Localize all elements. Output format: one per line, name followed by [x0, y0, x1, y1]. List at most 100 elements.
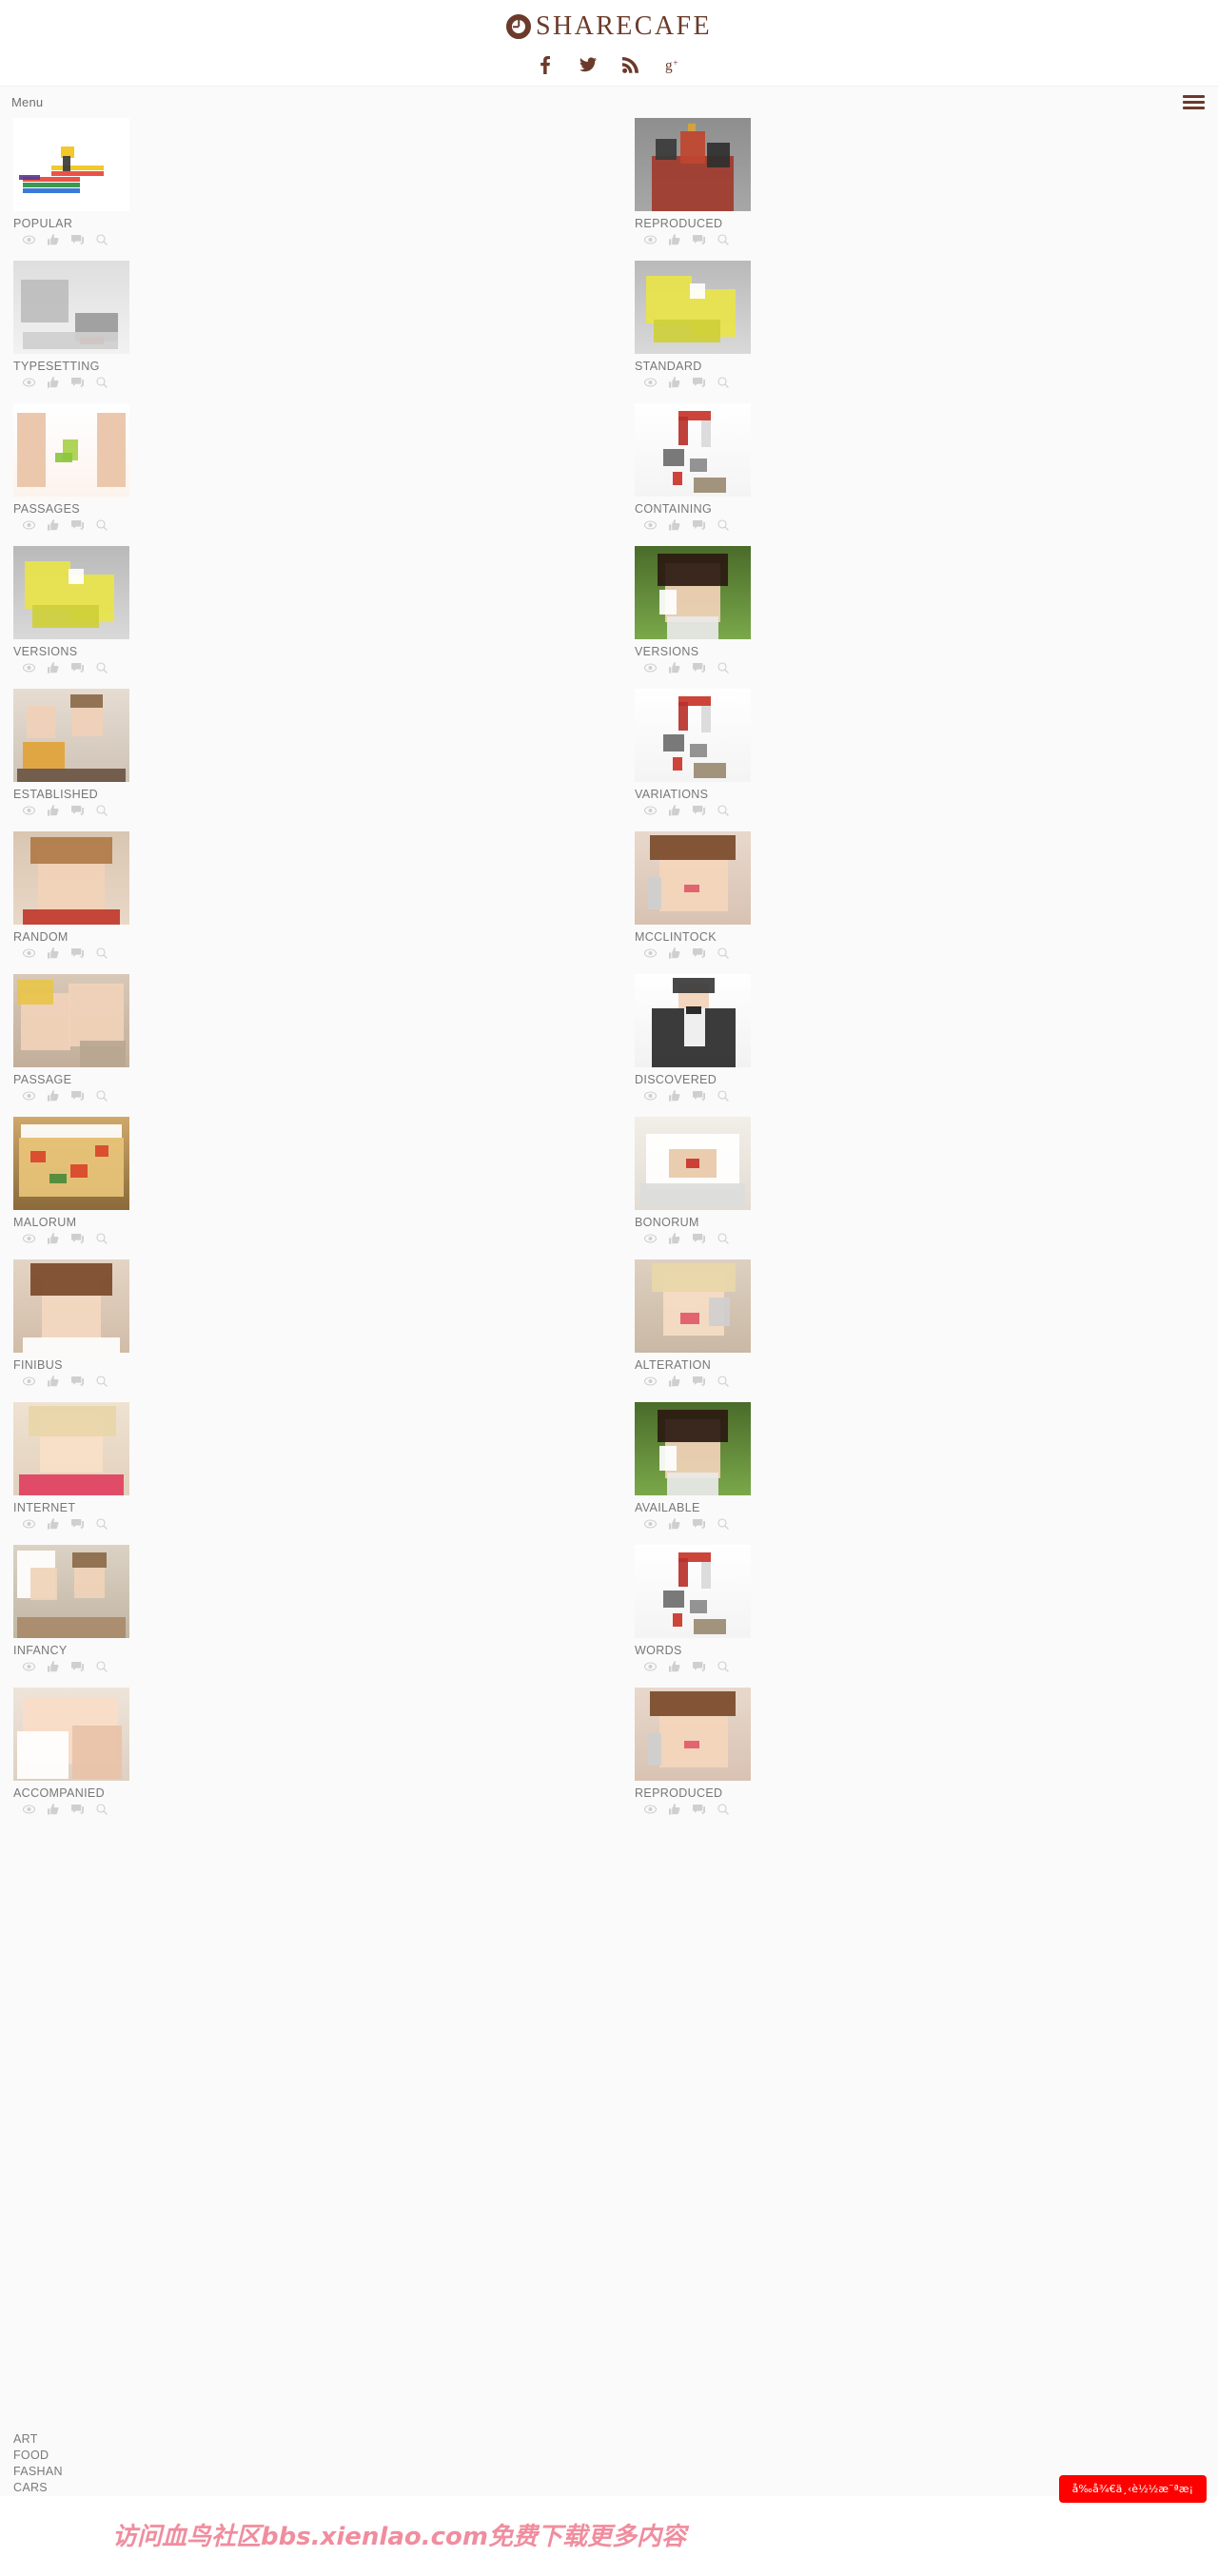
comment-icon[interactable] [693, 1804, 705, 1815]
comment-icon[interactable] [71, 662, 84, 673]
thumbs-up-icon[interactable] [48, 947, 59, 959]
eye-icon[interactable] [644, 948, 657, 958]
card-title[interactable]: RANDOM [13, 930, 232, 944]
thumbs-up-icon[interactable] [669, 1661, 680, 1672]
search-icon[interactable] [717, 1518, 729, 1530]
thumbnail-card[interactable]: WORDS [635, 1545, 854, 1672]
search-icon[interactable] [717, 1233, 729, 1244]
footer-category-item[interactable]: FOOD [13, 2448, 1218, 2464]
card-title[interactable]: MALORUM [13, 1216, 232, 1229]
search-icon[interactable] [717, 662, 729, 673]
thumbnail-image-young-woman-brown-hair-portrait[interactable] [13, 1259, 129, 1353]
site-logo[interactable]: SHARECAFE [506, 13, 712, 40]
comment-icon[interactable] [693, 519, 705, 531]
search-icon[interactable] [96, 1518, 108, 1530]
footer-category-item[interactable]: CARS [13, 2480, 1218, 2496]
search-icon[interactable] [96, 1376, 108, 1387]
thumbnail-image-dessert-on-white-plate[interactable] [635, 1117, 751, 1210]
thumbnail-image-woman-on-phone-smiling-outdoors[interactable] [635, 546, 751, 639]
thumbnail-image-woman-applying-makeup[interactable] [635, 831, 751, 925]
comment-icon[interactable] [71, 1090, 84, 1102]
card-title[interactable]: PASSAGE [13, 1073, 232, 1086]
eye-icon[interactable] [23, 520, 35, 530]
eye-icon[interactable] [23, 1234, 35, 1243]
comment-icon[interactable] [693, 1661, 705, 1672]
eye-icon[interactable] [23, 378, 35, 387]
thumbs-up-icon[interactable] [48, 1090, 59, 1102]
thumbs-up-icon[interactable] [669, 662, 680, 673]
thumbnail-card[interactable]: RANDOM [13, 831, 232, 959]
hamburger-menu-icon[interactable] [1183, 92, 1205, 112]
card-title[interactable]: AVAILABLE [635, 1501, 854, 1514]
thumbs-up-icon[interactable] [48, 234, 59, 245]
thumbs-up-icon[interactable] [48, 1376, 59, 1387]
card-title[interactable]: FINIBUS [13, 1358, 232, 1372]
comment-icon[interactable] [71, 234, 84, 245]
search-icon[interactable] [96, 1661, 108, 1672]
thumbnail-card[interactable]: ALTERATION [635, 1259, 854, 1387]
thumbnail-card[interactable]: INTERNET [13, 1402, 232, 1530]
thumbs-up-icon[interactable] [669, 1804, 680, 1815]
thumbs-up-icon[interactable] [48, 662, 59, 673]
search-icon[interactable] [96, 1233, 108, 1244]
card-title[interactable]: PASSAGES [13, 502, 232, 516]
thumbnail-card[interactable]: VERSIONS [635, 546, 854, 673]
comment-icon[interactable] [693, 662, 705, 673]
eye-icon[interactable] [23, 1519, 35, 1529]
card-title[interactable]: ALTERATION [635, 1358, 854, 1372]
search-icon[interactable] [717, 1804, 729, 1815]
comment-icon[interactable] [693, 234, 705, 245]
thumbnail-image-magnet-attracting-office-items[interactable] [635, 689, 751, 782]
eye-icon[interactable] [23, 806, 35, 815]
card-title[interactable]: STANDARD [635, 360, 854, 373]
eye-icon[interactable] [644, 1519, 657, 1529]
card-title[interactable]: CONTAINING [635, 502, 854, 516]
thumbs-up-icon[interactable] [48, 1661, 59, 1672]
eye-icon[interactable] [644, 1091, 657, 1101]
eye-icon[interactable] [644, 806, 657, 815]
thumbs-up-icon[interactable] [669, 519, 680, 531]
search-icon[interactable] [96, 805, 108, 816]
card-title[interactable]: REPRODUCED [635, 217, 854, 230]
googleplus-icon[interactable]: g + [665, 55, 682, 74]
thumbnail-card[interactable]: MALORUM [13, 1117, 232, 1244]
eye-icon[interactable] [644, 378, 657, 387]
card-title[interactable]: BONORUM [635, 1216, 854, 1229]
card-title[interactable]: MCCLINTOCK [635, 930, 854, 944]
thumbs-up-icon[interactable] [669, 1376, 680, 1387]
thumbnail-image-saint-basils-cathedral-moscow[interactable] [635, 118, 751, 211]
thumbnail-image-woman-applying-makeup[interactable] [635, 1688, 751, 1781]
card-title[interactable]: POPULAR [13, 217, 232, 230]
search-icon[interactable] [717, 519, 729, 531]
thumbs-up-icon[interactable] [669, 377, 680, 388]
search-icon[interactable] [96, 519, 108, 531]
thumbnail-card[interactable]: VERSIONS [13, 546, 232, 673]
thumbnail-card[interactable]: TYPESETTING [13, 261, 232, 388]
eye-icon[interactable] [23, 1805, 35, 1814]
thumbnail-image-pizza-with-tomatoes-and-basil[interactable] [13, 1117, 129, 1210]
thumbs-up-icon[interactable] [48, 519, 59, 531]
card-title[interactable]: TYPESETTING [13, 360, 232, 373]
thumbnail-card[interactable]: ACCOMPANIED [13, 1688, 232, 1815]
thumbnail-image-grey-modern-living-room[interactable] [13, 261, 129, 354]
search-icon[interactable] [96, 1804, 108, 1815]
eye-icon[interactable] [23, 235, 35, 244]
card-title[interactable]: VERSIONS [635, 645, 854, 658]
comment-icon[interactable] [693, 1090, 705, 1102]
thumbnail-card[interactable]: ESTABLISHED [13, 689, 232, 816]
thumbnail-image-girl-on-stack-of-books[interactable] [13, 118, 129, 211]
thumbnail-card[interactable]: POPULAR [13, 118, 232, 245]
thumbnail-card[interactable]: CONTAINING [635, 403, 854, 531]
comment-icon[interactable] [71, 947, 84, 959]
comment-icon[interactable] [693, 1518, 705, 1530]
search-icon[interactable] [717, 805, 729, 816]
thumbs-up-icon[interactable] [48, 805, 59, 816]
thumbnail-image-child-playing-with-makeup[interactable] [635, 1259, 751, 1353]
eye-icon[interactable] [644, 1234, 657, 1243]
thumbnail-image-baby-sleeping-closeup[interactable] [13, 1688, 129, 1781]
thumbnail-image-child-with-grandparent-cheek[interactable] [13, 974, 129, 1067]
thumbnail-image-magnet-attracting-office-items[interactable] [635, 1545, 751, 1638]
search-icon[interactable] [717, 234, 729, 245]
thumbnail-image-couple-laughing-at-cafe-table[interactable] [13, 689, 129, 782]
comment-icon[interactable] [71, 805, 84, 816]
